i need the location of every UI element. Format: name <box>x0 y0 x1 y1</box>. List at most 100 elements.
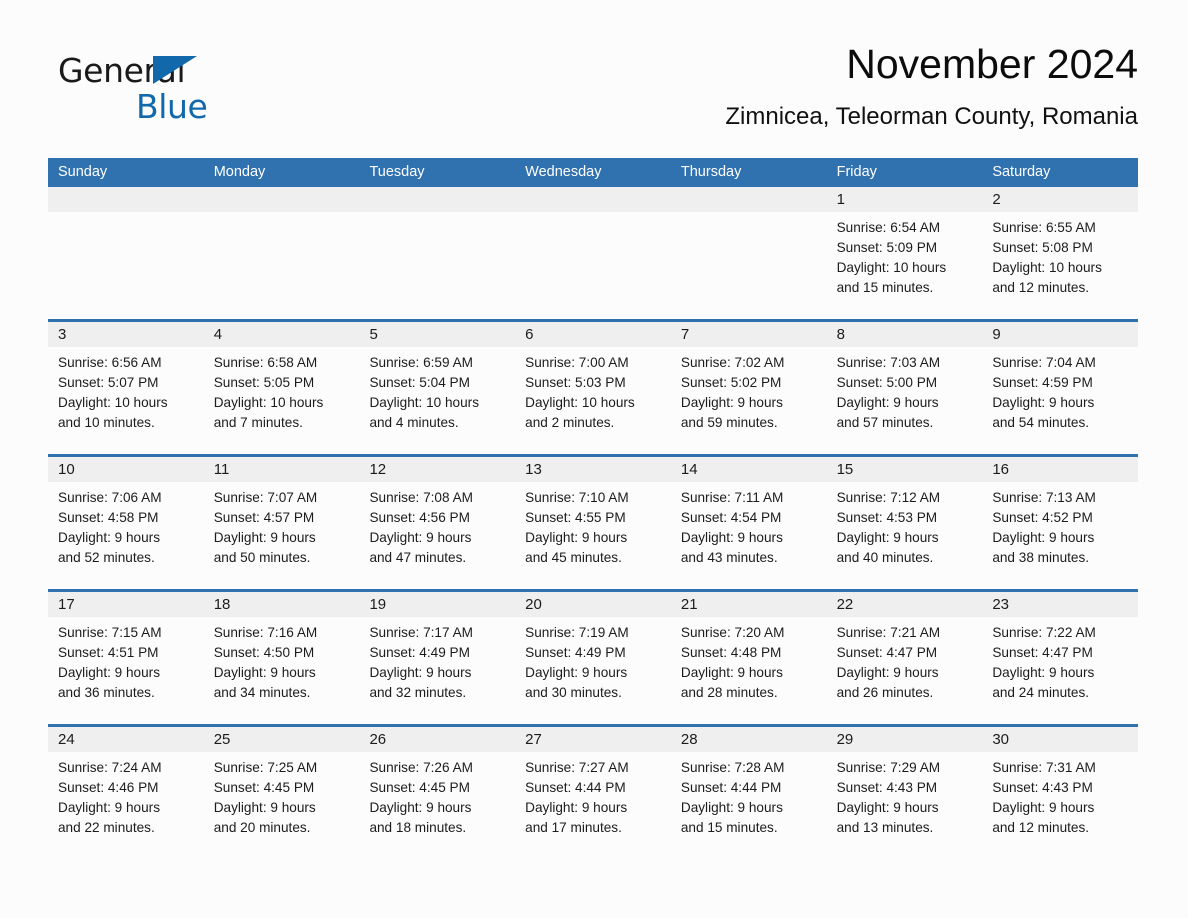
day-cell[interactable]: Sunrise: 7:15 AM Sunset: 4:51 PM Daylight:… <box>48 617 204 724</box>
day-cell[interactable]: Sunrise: 7:13 AM Sunset: 4:52 PM Daylight:… <box>982 482 1138 589</box>
day-info-line: Daylight: 10 hours <box>369 395 480 410</box>
day-info-line: Daylight: 9 hours <box>369 800 472 815</box>
day-number[interactable]: 24 <box>48 727 204 752</box>
day-info-line: Daylight: 9 hours <box>525 530 628 545</box>
day-cell[interactable]: Sunrise: 6:54 AM Sunset: 5:09 PM Daylight:… <box>827 212 983 319</box>
brand-logo[interactable]: General Blue <box>58 52 218 128</box>
day-cell-empty <box>359 212 515 319</box>
day-info-line: Sunrise: 6:59 AM <box>369 355 473 370</box>
day-cell[interactable]: Sunrise: 6:59 AM Sunset: 5:04 PM Daylight:… <box>359 347 515 454</box>
day-number[interactable]: 10 <box>48 457 204 482</box>
day-info-line: and 7 minutes. <box>213 415 303 430</box>
day-cell[interactable]: Sunrise: 7:27 AM Sunset: 4:44 PM Daylight:… <box>515 752 671 859</box>
day-number[interactable]: 22 <box>827 592 983 617</box>
day-number[interactable]: 21 <box>671 592 827 617</box>
day-cell[interactable]: Sunrise: 7:08 AM Sunset: 4:56 PM Daylight:… <box>359 482 515 589</box>
day-info-line: Sunset: 5:02 PM <box>680 375 782 390</box>
day-info-line: and 17 minutes. <box>525 820 622 835</box>
day-number[interactable]: 8 <box>827 322 983 347</box>
day-info-line: Daylight: 9 hours <box>836 530 939 545</box>
day-cell[interactable]: Sunrise: 7:25 AM Sunset: 4:45 PM Daylight:… <box>204 752 360 859</box>
day-info-line: Sunset: 4:50 PM <box>213 645 315 660</box>
day-info-line: Daylight: 9 hours <box>992 530 1095 545</box>
day-info-line: Sunset: 5:07 PM <box>58 375 159 390</box>
day-info-line: Sunrise: 7:12 AM <box>836 490 941 505</box>
calendar-week-row: 24 25 26 27 28 29 30 Sunrise: 7:24 AM Sunset: 4:… <box>48 724 1138 859</box>
day-cell[interactable]: Sunrise: 7:16 AM Sunset: 4:50 PM Daylight:… <box>204 617 360 724</box>
day-cell[interactable]: Sunrise: 7:31 AM Sunset: 4:43 PM Daylight:… <box>982 752 1138 859</box>
day-number[interactable]: 30 <box>982 727 1138 752</box>
day-cell[interactable]: Sunrise: 6:58 AM Sunset: 5:05 PM Daylight:… <box>204 347 360 454</box>
day-info-line: Sunset: 4:58 PM <box>58 510 159 525</box>
day-number[interactable]: 29 <box>827 727 983 752</box>
day-cell[interactable]: Sunrise: 7:19 AM Sunset: 4:49 PM Daylight:… <box>515 617 671 724</box>
day-cell[interactable]: Sunrise: 7:28 AM Sunset: 4:44 PM Daylight:… <box>671 752 827 859</box>
page-subtitle: Zimnicea, Teleorman County, Romania <box>725 103 1138 130</box>
day-number[interactable]: 14 <box>671 457 827 482</box>
day-number[interactable]: 23 <box>982 592 1138 617</box>
day-number[interactable]: 11 <box>204 457 360 482</box>
day-info-line: Daylight: 9 hours <box>213 800 316 815</box>
day-number[interactable]: 9 <box>982 322 1138 347</box>
day-info-line: Daylight: 10 hours <box>525 395 635 410</box>
page-title: November 2024 <box>846 41 1138 87</box>
day-cell[interactable]: Sunrise: 7:21 AM Sunset: 4:47 PM Daylight:… <box>827 617 983 724</box>
day-info-line: Daylight: 9 hours <box>525 665 628 680</box>
day-info-line: Sunset: 4:56 PM <box>369 510 470 525</box>
day-cell[interactable]: Sunrise: 7:20 AM Sunset: 4:48 PM Daylight:… <box>671 617 827 724</box>
day-number[interactable]: 2 <box>982 187 1138 212</box>
day-info-line: Sunrise: 6:54 AM <box>836 220 941 235</box>
day-cell[interactable]: Sunrise: 7:29 AM Sunset: 4:43 PM Daylight:… <box>827 752 983 859</box>
day-cell[interactable]: Sunrise: 7:03 AM Sunset: 5:00 PM Daylight:… <box>827 347 983 454</box>
day-info-line: Sunrise: 7:00 AM <box>525 355 629 370</box>
day-cell[interactable]: Sunrise: 7:26 AM Sunset: 4:45 PM Daylight:… <box>359 752 515 859</box>
day-number[interactable]: 16 <box>982 457 1138 482</box>
day-info-line: Sunset: 5:04 PM <box>369 375 470 390</box>
day-cell[interactable]: Sunrise: 7:11 AM Sunset: 4:54 PM Daylight:… <box>671 482 827 589</box>
day-cell[interactable]: Sunrise: 7:17 AM Sunset: 4:49 PM Daylight:… <box>359 617 515 724</box>
day-cell[interactable]: Sunrise: 7:07 AM Sunset: 4:57 PM Daylight:… <box>204 482 360 589</box>
day-cell[interactable]: Sunrise: 7:02 AM Sunset: 5:02 PM Daylight:… <box>671 347 827 454</box>
day-cell[interactable]: Sunrise: 6:56 AM Sunset: 5:07 PM Daylight:… <box>48 347 204 454</box>
day-number[interactable]: 12 <box>359 457 515 482</box>
day-info-line: Sunrise: 7:24 AM <box>58 760 162 775</box>
day-number[interactable]: 27 <box>515 727 671 752</box>
day-number[interactable]: 17 <box>48 592 204 617</box>
calendar-week-row: 17 18 19 20 21 22 23 Sunrise: 7:15 AM Sunset: 4:… <box>48 589 1138 724</box>
day-info-line: Sunrise: 7:06 AM <box>58 490 162 505</box>
day-cell[interactable]: Sunrise: 7:00 AM Sunset: 5:03 PM Daylight:… <box>515 347 671 454</box>
day-number[interactable]: 15 <box>827 457 983 482</box>
calendar-week-row: 10 11 12 13 14 15 16 Sunrise: 7:06 AM Sunset: 4:… <box>48 454 1138 589</box>
day-number[interactable]: 7 <box>671 322 827 347</box>
day-info-line: Sunset: 5:09 PM <box>836 240 938 255</box>
day-cell[interactable]: Sunrise: 6:55 AM Sunset: 5:08 PM Daylight:… <box>982 212 1138 319</box>
day-number[interactable]: 4 <box>204 322 360 347</box>
day-number[interactable]: 1 <box>827 187 983 212</box>
day-info-line: Sunset: 4:44 PM <box>525 780 626 795</box>
day-cell[interactable]: Sunrise: 7:22 AM Sunset: 4:47 PM Daylight:… <box>982 617 1138 724</box>
day-cell[interactable]: Sunrise: 7:12 AM Sunset: 4:53 PM Daylight:… <box>827 482 983 589</box>
day-info-line: Sunset: 4:46 PM <box>58 780 159 795</box>
day-number-empty <box>48 187 204 212</box>
day-number[interactable]: 18 <box>204 592 360 617</box>
day-info-line: and 38 minutes. <box>992 550 1090 565</box>
day-info-line: and 52 minutes. <box>58 550 155 565</box>
day-number[interactable]: 25 <box>204 727 360 752</box>
day-info-line: Sunrise: 7:08 AM <box>369 490 473 505</box>
day-info-line: Daylight: 10 hours <box>58 395 168 410</box>
day-cell[interactable]: Sunrise: 7:24 AM Sunset: 4:46 PM Daylight:… <box>48 752 204 859</box>
day-cell[interactable]: Sunrise: 7:10 AM Sunset: 4:55 PM Daylight:… <box>515 482 671 589</box>
day-number[interactable]: 13 <box>515 457 671 482</box>
day-number[interactable]: 5 <box>359 322 515 347</box>
day-number[interactable]: 28 <box>671 727 827 752</box>
day-number[interactable]: 6 <box>515 322 671 347</box>
day-cell[interactable]: Sunrise: 7:04 AM Sunset: 4:59 PM Daylight:… <box>982 347 1138 454</box>
day-info-line: Sunrise: 7:10 AM <box>525 490 629 505</box>
day-number[interactable]: 3 <box>48 322 204 347</box>
calendar-week-row: 3 4 5 6 7 8 9 Sunrise: 6:56 AM Sunset: 5:07 PM Da… <box>48 319 1138 454</box>
day-cell[interactable]: Sunrise: 7:06 AM Sunset: 4:58 PM Daylight:… <box>48 482 204 589</box>
day-number[interactable]: 19 <box>359 592 515 617</box>
day-info-line: and 13 minutes. <box>836 820 934 835</box>
day-number[interactable]: 20 <box>515 592 671 617</box>
day-number[interactable]: 26 <box>359 727 515 752</box>
